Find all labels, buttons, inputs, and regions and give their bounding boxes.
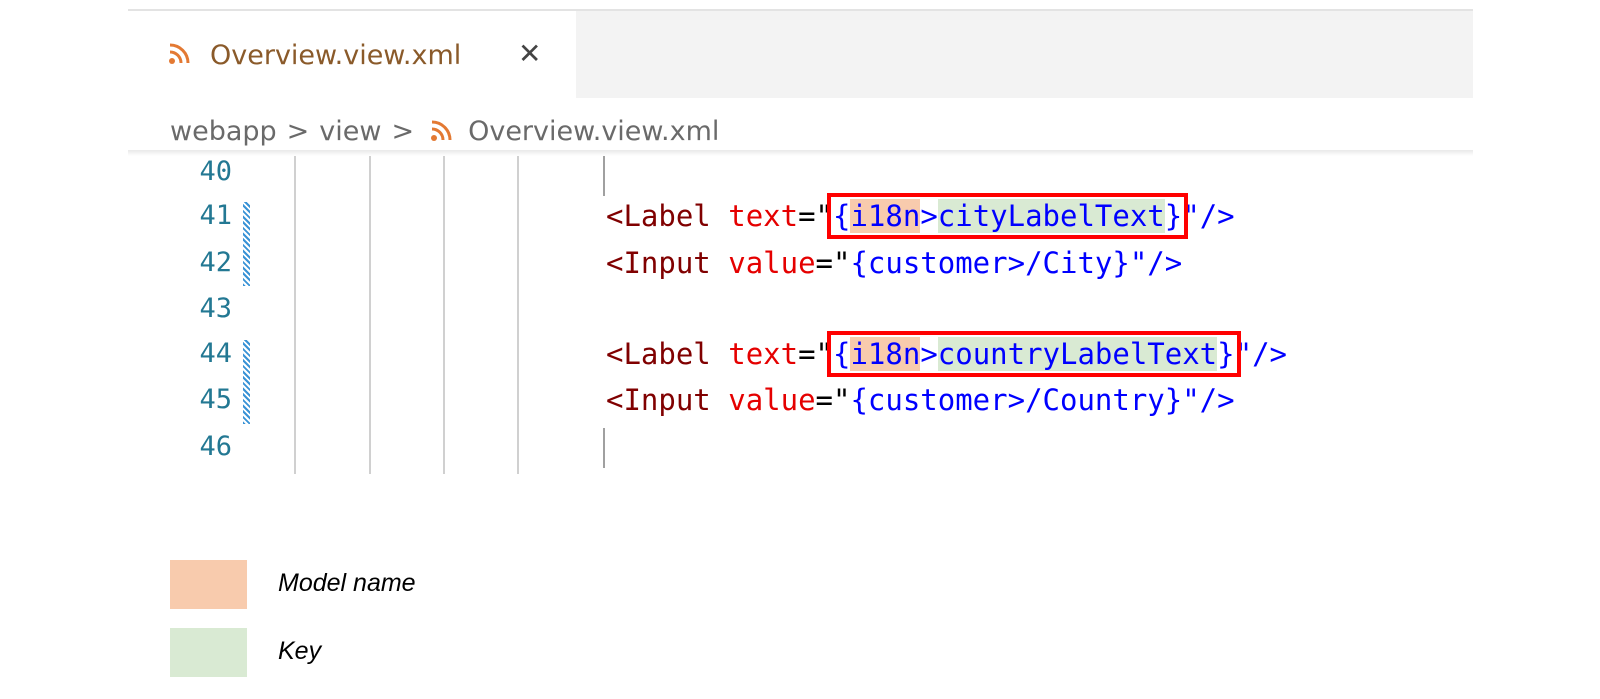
xml-tag: <Label [606,337,711,371]
breadcrumb-separator: > [391,115,415,147]
code-line-40: 40 [128,156,1473,194]
i18n-key: cityLabelText [937,199,1165,233]
binding-expression: {customer>/Country} [850,383,1183,417]
model-separator: > [920,337,938,371]
model-name: i18n [850,337,921,371]
legend-label: Key [278,637,322,665]
breadcrumb: webapp > view > Overview.view.xml [170,111,719,151]
tab-label: Overview.view.xml [210,40,462,71]
xml-attribute: text [728,337,799,371]
code-line-43: 43 [128,287,1473,331]
breadcrumb-separator: > [286,115,310,147]
xml-tag-end: "/> [1182,199,1235,233]
legend-label: Model name [278,569,416,597]
xml-tag: <Input [606,383,711,417]
line-number: 45 [199,384,232,415]
xml-equals: =" [798,199,833,233]
binding-expression: {customer>/City} [850,246,1130,280]
xml-attribute: value [728,383,816,417]
line-number: 40 [199,156,232,187]
highlight-box: {i18n>cityLabelText} [826,193,1189,239]
tab-overview-view-xml[interactable]: Overview.view.xml ✕ [128,11,576,98]
code-editor[interactable]: 40 41 <Label text="{i18n>cityLabelText}"… [128,156,1473,474]
i18n-key: countryLabelText [937,337,1218,371]
code-line-46: 46 [128,425,1473,469]
xml-tag: <Label [606,199,711,233]
xml-tag: <Input [606,246,711,280]
xml-tag-end: "/> [1234,337,1287,371]
breadcrumb-item-webapp[interactable]: webapp [170,116,277,147]
xml-tag-end: "/> [1129,246,1183,280]
xml-equals: =" [815,383,851,417]
open-brace: { [833,337,851,371]
code-line-42: 42 <Input value="{customer>/City}"/> [128,241,1473,285]
code-text: <Input value="{customer>/Country}"/> [606,378,1235,422]
breadcrumb-item-file[interactable]: Overview.view.xml [468,116,719,147]
model-separator: > [920,199,938,233]
line-number: 42 [199,247,232,278]
xml-equals: =" [798,337,833,371]
model-name: i18n [850,199,921,233]
line-number: 44 [199,338,232,369]
xml-attribute: value [728,246,816,280]
close-brace: } [1217,337,1235,371]
code-text: <Label text="{i18n>countryLabelText}"/> [606,331,1287,377]
legend-swatch-key [170,628,247,677]
breadcrumb-item-view[interactable]: view [319,116,381,147]
code-line-45: 45 <Input value="{customer>/Country}"/> [128,378,1473,422]
rss-icon [169,43,190,64]
line-number: 43 [199,293,232,324]
editor-tab-bar: Overview.view.xml ✕ [128,11,1473,98]
line-number: 41 [199,200,232,231]
close-brace: } [1164,199,1183,233]
legend-swatch-model-name [170,560,247,609]
highlight-box: {i18n>countryLabelText} [827,331,1241,377]
rss-icon [431,120,452,141]
xml-equals: =" [815,246,851,280]
code-text: <Label text="{i18n>cityLabelText}"/> [606,193,1235,239]
line-number: 46 [199,431,232,462]
code-line-41: 41 <Label text="{i18n>cityLabelText}"/> [128,193,1473,239]
close-icon[interactable]: ✕ [518,37,541,70]
code-text: <Input value="{customer>/City}"/> [606,241,1182,285]
code-line-44: 44 <Label text="{i18n>countryLabelText}"… [128,331,1473,377]
xml-attribute: text [728,199,799,233]
open-brace: { [833,199,851,233]
xml-tag-end: "/> [1182,383,1235,417]
